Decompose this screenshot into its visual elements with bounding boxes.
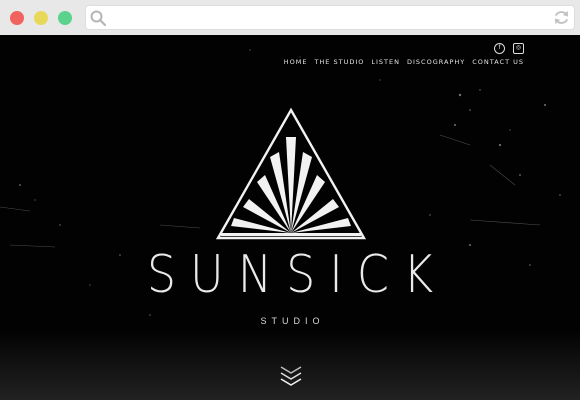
address-bar[interactable] [85,5,575,30]
brand-tagline: STUDIO [260,316,325,326]
search-icon [90,10,107,27]
close-window-button[interactable] [10,11,24,25]
nav-contact-us[interactable]: CONTACT US [472,58,524,66]
nav-discography[interactable]: DISCOGRAPHY [407,58,465,66]
nav-the-studio[interactable]: THE STUDIO [314,58,364,66]
instagram-icon[interactable]: ◎ [513,43,524,54]
nav-home[interactable]: HOME [284,58,308,66]
url-input[interactable] [109,8,553,29]
nav-listen[interactable]: LISTEN [371,58,400,66]
browser-chrome [0,0,580,36]
facebook-icon[interactable]: f [494,43,505,54]
sunburst-triangle-logo [215,107,367,240]
scroll-down-chevron-icon[interactable] [278,361,304,387]
social-links: f ◎ [494,43,524,54]
refresh-icon[interactable] [552,8,571,27]
main-nav: HOME THE STUDIO LISTEN DISCOGRAPHY CONTA… [284,58,524,66]
brand-name: SUNSICK [146,243,448,305]
website-viewport: f ◎ HOME THE STUDIO LISTEN DISCOGRAPHY C… [0,35,580,400]
minimize-window-button[interactable] [34,11,48,25]
maximize-window-button[interactable] [58,11,72,25]
